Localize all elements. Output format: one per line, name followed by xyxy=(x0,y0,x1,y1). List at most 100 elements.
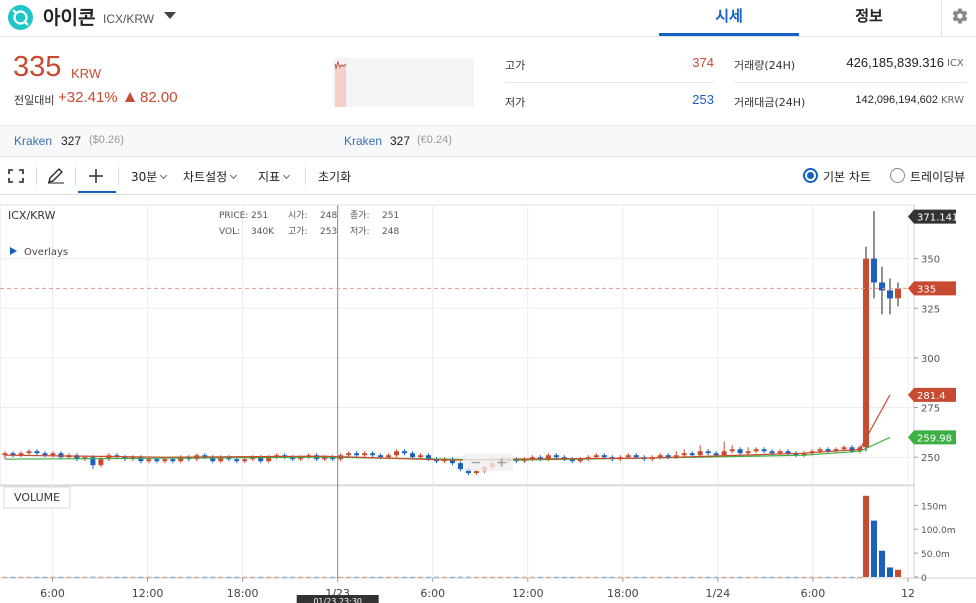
price-tick-label: 325 xyxy=(921,304,940,315)
candle-body xyxy=(26,451,32,454)
candle-body xyxy=(761,449,767,452)
candle-body xyxy=(362,453,368,456)
chart-settings-dropdown[interactable]: 차트설정 xyxy=(183,168,238,185)
volume-bar xyxy=(617,576,623,578)
tradingview-radio[interactable] xyxy=(890,168,905,183)
draw-button[interactable] xyxy=(47,168,65,187)
fullscreen-button[interactable] xyxy=(8,169,24,186)
volume-bar xyxy=(138,576,144,578)
candle-body xyxy=(402,451,408,454)
time-tick-label: 6:00 xyxy=(420,587,445,600)
volume-bar xyxy=(282,576,288,578)
candle-body xyxy=(410,453,416,458)
basic-chart-radio[interactable] xyxy=(803,168,818,183)
volume-bar xyxy=(887,567,893,577)
volume-bar xyxy=(122,576,128,578)
candle-body xyxy=(473,471,479,474)
price-tick-label: 275 xyxy=(921,404,940,415)
volume-bar xyxy=(74,576,80,578)
volume-bar xyxy=(857,576,863,578)
ma-red-value-label: 281.4 xyxy=(917,391,946,402)
volume-bar xyxy=(537,576,543,578)
volume-bar xyxy=(362,576,368,578)
volume-bar xyxy=(681,576,687,578)
legend-text: 340K xyxy=(251,227,275,237)
volume-bar xyxy=(777,576,783,578)
volume-bar xyxy=(641,576,647,578)
chart-canvas[interactable]: 250 275 300 325 350 150m 100.0m 50.0m 0 6:00 12:00… xyxy=(0,195,976,603)
volume-bar xyxy=(18,576,24,578)
divider xyxy=(734,82,966,83)
app-header: 아이콘 ICX/KRW 시세 정보 xyxy=(0,0,976,37)
reset-button[interactable]: 초기화 xyxy=(318,168,351,185)
candle-body xyxy=(378,455,384,458)
volume-bar xyxy=(66,576,72,578)
legend-text: PRICE: xyxy=(219,211,248,221)
volume-bar xyxy=(841,576,847,578)
tradingview-label[interactable]: 트레이딩뷰 xyxy=(910,168,965,185)
exchange-name[interactable]: Kraken xyxy=(344,134,382,148)
volume-bar xyxy=(665,576,671,578)
tab-market[interactable]: 시세 xyxy=(659,0,799,36)
volume-bar xyxy=(521,576,527,578)
fullscreen-icon xyxy=(8,169,24,183)
pencil-icon xyxy=(48,168,64,184)
volume-bar xyxy=(226,576,232,578)
candle-body xyxy=(154,459,160,462)
volume-bar xyxy=(50,576,56,578)
volume-bar xyxy=(785,576,791,578)
volume-bar xyxy=(513,576,519,578)
candle-body xyxy=(721,451,727,456)
time-tick-label: 12 xyxy=(901,587,915,600)
volume-bar xyxy=(186,576,192,578)
candle-body xyxy=(817,449,823,452)
crosshair-button[interactable] xyxy=(88,168,104,187)
volume-value: 426,185,839.316 xyxy=(846,55,944,70)
low-label: 저가 xyxy=(505,96,526,109)
interval-dropdown[interactable]: 30분 xyxy=(131,168,168,185)
high-label: 고가 xyxy=(505,59,526,72)
candle-body xyxy=(633,455,639,458)
volume-bar xyxy=(689,576,695,578)
volume-bar xyxy=(234,576,240,578)
settings-button[interactable] xyxy=(941,0,976,36)
low-value: 253 xyxy=(692,92,714,107)
candle-body xyxy=(769,451,775,454)
candle-body xyxy=(162,459,168,462)
legend-text: 고가: xyxy=(288,226,308,237)
exchange-name[interactable]: Kraken xyxy=(14,134,52,148)
candle-body xyxy=(863,258,869,448)
volume-bar xyxy=(106,576,112,578)
volume-bar xyxy=(849,576,855,578)
volume-bar xyxy=(753,576,759,578)
volume-bar xyxy=(801,576,807,578)
basic-chart-label[interactable]: 기본 차트 xyxy=(823,168,871,185)
volume-bar xyxy=(42,576,48,578)
candle-body xyxy=(593,455,599,458)
volume-bar xyxy=(673,576,679,578)
volume-bar xyxy=(473,576,479,578)
legend-text: 시가: xyxy=(288,210,308,221)
candle-body xyxy=(234,459,240,462)
tab-info[interactable]: 정보 xyxy=(799,0,939,36)
candle-body xyxy=(386,455,392,458)
time-tick-label: 12:00 xyxy=(512,587,544,600)
zoom-out-icon: − xyxy=(470,455,482,471)
volume-bar xyxy=(833,576,839,578)
divider xyxy=(305,167,306,185)
legend-text: 251 xyxy=(251,211,268,221)
price-tick-label: 300 xyxy=(921,354,940,365)
volume-bar xyxy=(561,576,567,578)
time-tick-label: 12:00 xyxy=(132,587,164,600)
interval-label: 30분 xyxy=(131,170,158,184)
price-chart[interactable]: 250 275 300 325 350 150m 100.0m 50.0m 0 6:00 12:00… xyxy=(0,195,976,603)
chevron-down-icon xyxy=(283,171,291,180)
chevron-down-icon xyxy=(160,171,168,180)
volume-bar xyxy=(386,576,392,578)
indicators-dropdown[interactable]: 지표 xyxy=(258,168,291,185)
volume-bar xyxy=(649,576,655,578)
time-tick-label: 1/24 xyxy=(706,587,731,600)
pair-dropdown-icon[interactable] xyxy=(164,12,176,19)
legend-text: 253 xyxy=(320,227,337,237)
gear-icon xyxy=(952,8,968,24)
